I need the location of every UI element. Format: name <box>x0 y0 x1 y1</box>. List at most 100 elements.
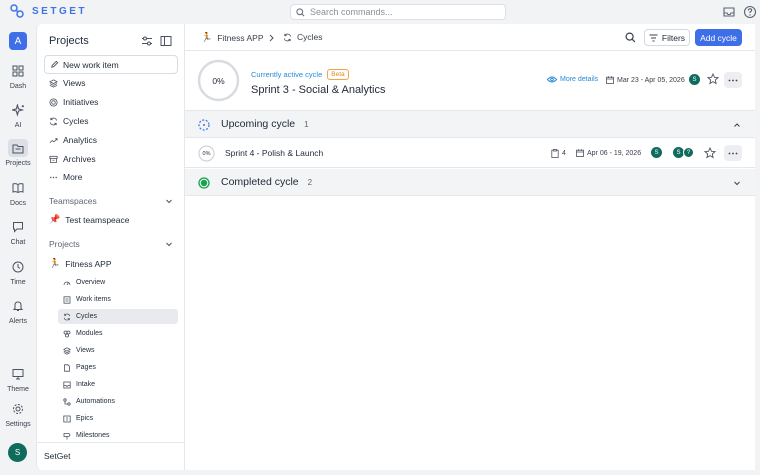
project-nav-label: Work items <box>76 296 111 303</box>
runner-icon: 🏃 <box>49 258 61 268</box>
rail-item-chat[interactable]: Chat <box>0 218 36 246</box>
rail-item-alerts[interactable]: Alerts <box>0 297 36 325</box>
add-cycle-button[interactable]: Add cycle <box>695 29 742 46</box>
sidebar-item-initiatives[interactable]: Initiatives <box>49 97 98 107</box>
overview-icon <box>63 281 71 285</box>
project-nav-work-items[interactable]: Work items <box>58 292 178 307</box>
book-icon <box>12 183 24 194</box>
command-search[interactable]: Search commands... <box>290 4 506 20</box>
star-icon[interactable] <box>704 147 716 159</box>
sidebar-item-analytics[interactable]: Analytics <box>49 135 97 145</box>
rail-item-time[interactable]: Time <box>0 258 36 286</box>
completed-status-icon <box>198 177 210 189</box>
sidebar-item-views[interactable]: Views <box>49 78 86 88</box>
runner-icon: 🏃 <box>201 32 213 42</box>
star-icon[interactable] <box>707 73 719 85</box>
projects-section-header[interactable]: Projects <box>49 239 173 249</box>
app-logo[interactable]: SETGET <box>10 4 87 18</box>
teamspaces-label: Teamspaces <box>49 196 97 206</box>
project-nav-modules[interactable]: Modules <box>58 326 178 341</box>
cycle-row-name[interactable]: Sprint 4 - Polish & Launch <box>225 148 323 158</box>
top-bar: SETGET Search commands... <box>0 0 760 24</box>
teamspaces-section-header[interactable]: Teamspaces <box>49 196 173 206</box>
cycle-row-member-avatar[interactable]: ? <box>683 147 694 158</box>
rail-label-settings: Settings <box>5 421 31 428</box>
archive-icon <box>49 155 58 163</box>
more-details-link[interactable]: More details <box>547 76 598 83</box>
logo-text: SETGET <box>32 5 88 17</box>
upcoming-cycle-group-header[interactable]: Upcoming cycle 1 <box>185 111 755 138</box>
project-nav-views[interactable]: Views <box>58 343 178 358</box>
sidebar-item-more[interactable]: More <box>49 172 82 182</box>
active-cycle-name[interactable]: Sprint 3 - Social & Analytics <box>251 84 386 96</box>
project-nav-pages[interactable]: Pages <box>58 360 178 375</box>
eye-icon <box>547 76 557 83</box>
project-nav-milestones[interactable]: Milestones <box>58 428 178 443</box>
active-cycle-dates[interactable]: Mar 23 - Apr 05, 2026 <box>606 76 685 84</box>
active-cycle-assignee-avatar[interactable]: S <box>689 74 700 85</box>
active-cycle-card[interactable]: 0% Currently active cycle Beta Sprint 3 … <box>185 51 755 111</box>
project-nav-automations[interactable]: Automations <box>58 394 178 409</box>
calendar-icon <box>606 76 614 84</box>
cycle-row-date-text: Apr 06 - 19, 2026 <box>587 149 642 157</box>
cycle-row-issue-count[interactable]: 4 <box>551 149 566 158</box>
rail-item-dash[interactable]: Dash <box>0 62 36 90</box>
user-avatar[interactable]: S <box>8 443 27 462</box>
sidebar-project-fitness[interactable]: 🏃 Fitness APP <box>49 258 112 269</box>
upcoming-cycle-title: Upcoming cycle 1 <box>221 118 309 130</box>
project-nav-label: Overview <box>76 279 106 286</box>
rail-item-projects[interactable]: Projects <box>0 139 36 167</box>
project-nav-overview[interactable]: Overview <box>58 275 178 290</box>
project-nav-intake[interactable]: Intake <box>58 377 178 392</box>
sidebar-footer[interactable]: SetGet <box>37 442 185 470</box>
search-icon <box>296 7 305 16</box>
inbox-icon[interactable] <box>722 5 736 19</box>
completed-cycle-group-header[interactable]: Completed cycle 2 <box>185 169 755 196</box>
project-nav-epics[interactable]: Epics <box>58 411 178 426</box>
active-cycle-menu-button[interactable] <box>724 72 742 88</box>
sidebar-item-cycles[interactable]: Cycles <box>49 116 89 126</box>
chevron-down-icon[interactable] <box>733 179 741 187</box>
project-nav-cycles[interactable]: Cycles <box>58 309 178 324</box>
rail-label-alerts: Alerts <box>9 318 27 325</box>
filters-button[interactable]: Filters <box>644 29 690 46</box>
sidebar-item-label: Initiatives <box>63 97 99 107</box>
bell-icon <box>12 301 24 311</box>
rail-label-time: Time <box>10 279 26 286</box>
project-nav-label: Views <box>76 347 95 354</box>
cycle-row[interactable]: 0% Sprint 4 - Polish & Launch 4 Apr 06 -… <box>185 138 755 168</box>
completed-cycle-title: Completed cycle 2 <box>221 176 312 188</box>
search-icon[interactable] <box>625 32 636 43</box>
sidebar-item-label: Cycles <box>63 116 89 126</box>
active-cycle-text: Currently active cycle <box>251 70 323 79</box>
chevron-up-icon[interactable] <box>733 121 741 129</box>
cycle-row-menu-button[interactable] <box>724 145 742 161</box>
sidebar-item-teamspace[interactable]: 📌 Test teamspeace <box>49 214 129 225</box>
rail-label-docs: Docs <box>10 200 26 207</box>
dashboard-icon <box>12 65 24 77</box>
breadcrumb-cycles[interactable]: Cycles <box>283 32 323 42</box>
new-work-item-button[interactable]: New work item <box>44 55 178 74</box>
project-nav-label: Epics <box>76 415 94 422</box>
cycle-row-assignee-avatar[interactable]: S <box>651 147 662 158</box>
breadcrumb-project[interactable]: 🏃 Fitness APP <box>201 32 264 43</box>
sliders-icon[interactable] <box>141 35 153 47</box>
rail-item-ai[interactable]: AI <box>0 101 36 129</box>
clock-icon <box>12 261 24 273</box>
trend-icon <box>49 137 58 143</box>
workspace-avatar[interactable]: A <box>9 32 27 50</box>
rail-item-docs[interactable]: Docs <box>0 179 36 207</box>
help-icon[interactable] <box>743 5 757 19</box>
sidebar-toggle-icon[interactable] <box>160 35 172 47</box>
chevron-right-icon <box>269 34 274 42</box>
rail-item-settings[interactable]: Settings <box>0 400 36 428</box>
row-progress-percent: 0% <box>202 150 211 157</box>
chevron-down-icon <box>166 199 172 204</box>
cycle-row-dates[interactable]: Apr 06 - 19, 2026 <box>576 149 641 157</box>
rail-label-theme: Theme <box>7 386 29 393</box>
sidebar-item-archives[interactable]: Archives <box>49 154 96 164</box>
page-icon <box>64 363 70 372</box>
progress-ring: 0% <box>197 59 240 102</box>
gear-icon <box>13 404 23 414</box>
rail-item-theme[interactable]: Theme <box>0 365 36 393</box>
